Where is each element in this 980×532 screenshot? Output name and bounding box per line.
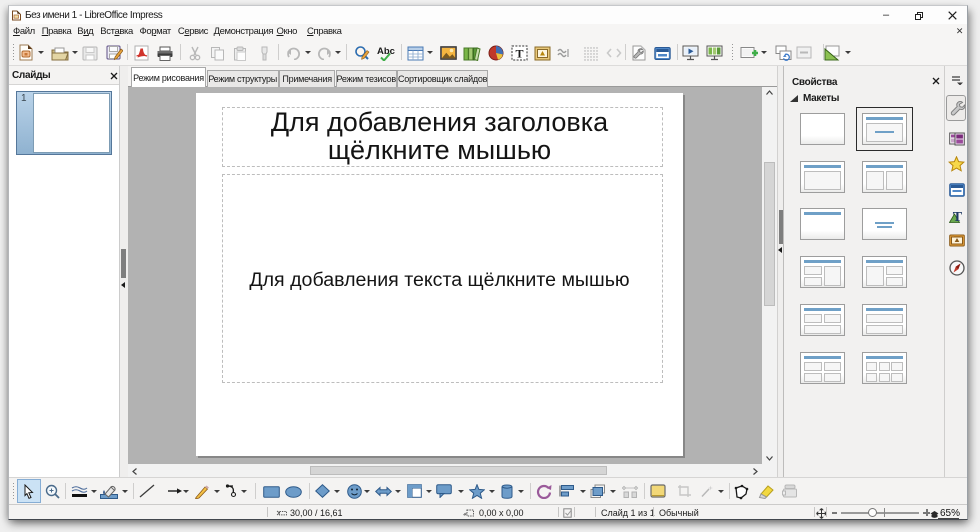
svg-text:T: T (515, 47, 523, 61)
svg-text:Abc: Abc (377, 46, 395, 57)
svg-text:T: T (952, 210, 962, 223)
